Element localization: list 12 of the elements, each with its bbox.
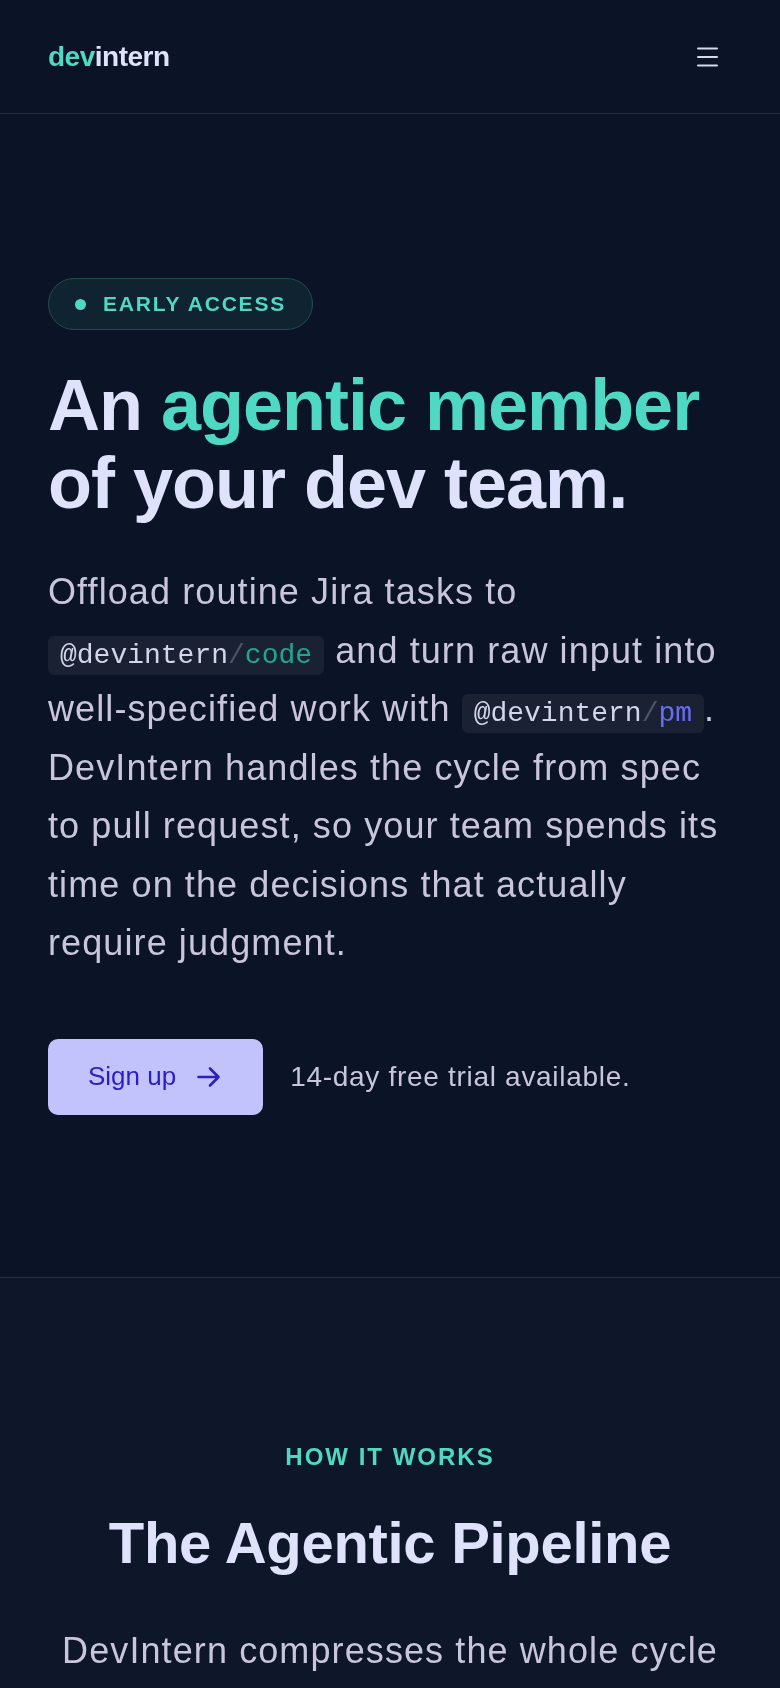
hero-heading: An agentic member of your dev team. [48, 366, 701, 522]
menu-icon[interactable] [697, 46, 718, 67]
section-label: HOW IT WORKS [284, 1441, 496, 1472]
logo[interactable]: devintern [48, 40, 170, 73]
badge-label: EARLY ACCESS [103, 292, 287, 316]
section-heading: The Agentic Pipeline [107, 1508, 673, 1577]
hero-description: Offload routine Jira tasks to @devintern/code and turn raw input into well-specified work with @devintern/pm . DevIntern handles the cycle from spec to pull request, so your team spends its time on the decisions that actually require judgment. [48, 570, 720, 965]
arrow-right-icon [197, 1065, 222, 1088]
dot-icon [75, 298, 86, 310]
section-description: DevIntern compresses the whole cycle [61, 1628, 719, 1673]
trial-note: 14-day free trial available. [290, 1060, 631, 1093]
sign-up-button[interactable]: Sign up [48, 1038, 264, 1115]
